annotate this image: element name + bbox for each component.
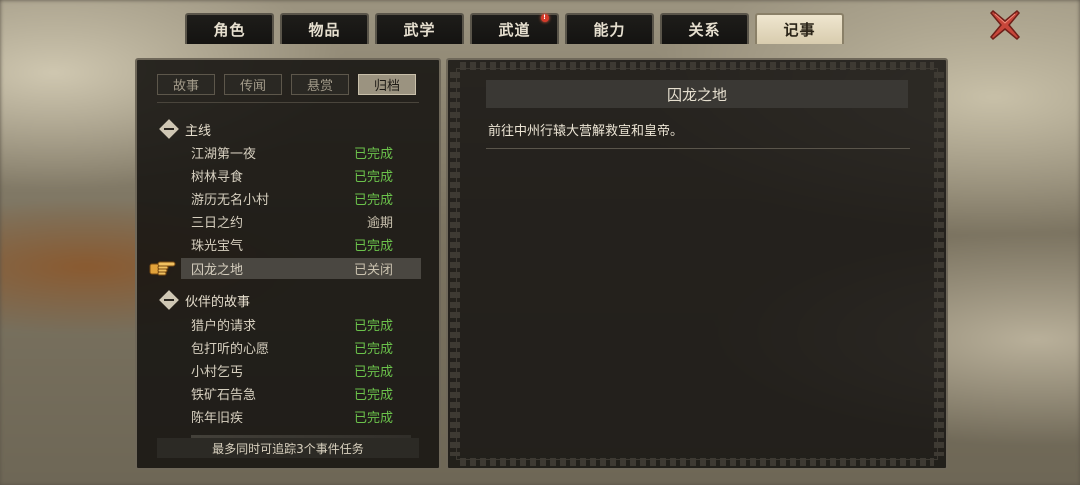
- quest-name: 树林寻食: [191, 170, 244, 185]
- subtab-archive[interactable]: 归档: [358, 74, 416, 95]
- quest-name: 铁矿石告急: [191, 388, 257, 403]
- quest-name: 游历无名小村: [191, 193, 270, 208]
- subtab-label: 故事: [172, 79, 199, 94]
- journal-subtabs: 故事 传闻 悬赏 归档: [157, 74, 416, 95]
- divider: [486, 148, 910, 149]
- tab-martial-way[interactable]: 武道!: [470, 13, 559, 44]
- quest-name: 猎户的请求: [191, 319, 257, 334]
- quest-status: 已完成: [353, 411, 393, 426]
- quest-row[interactable]: 珠光宝气 已完成: [181, 234, 421, 255]
- divider: [157, 102, 419, 103]
- quest-name: 囚龙之地: [191, 263, 244, 278]
- quest-status: 已完成: [353, 388, 393, 403]
- quest-row[interactable]: 游历无名小村 已完成: [181, 188, 421, 209]
- quest-row[interactable]: 猎户的请求 已完成: [181, 314, 421, 335]
- tab-martial-arts[interactable]: 武学: [375, 13, 464, 44]
- tab-label: 物品: [308, 21, 341, 39]
- quest-row[interactable]: 三日之约 逾期: [181, 211, 421, 232]
- quest-status: 已完成: [353, 147, 393, 162]
- quest-name: 江湖第一夜: [191, 147, 257, 162]
- quest-name: 包打听的心愿: [191, 342, 270, 357]
- tab-character[interactable]: 角色: [185, 13, 274, 44]
- quest-row[interactable]: 铁矿石告急 已完成: [181, 383, 421, 404]
- subtab-label: 归档: [373, 79, 400, 94]
- group-header-companions[interactable]: 伙伴的故事: [159, 290, 250, 310]
- decorative-fret: [934, 72, 944, 456]
- main-tab-bar: 角色 物品 武学 武道! 能力 关系 记事: [185, 13, 844, 45]
- decorative-fret: [450, 72, 460, 456]
- quest-status: 已完成: [353, 170, 393, 185]
- quest-name: 珠光宝气: [191, 239, 244, 254]
- journal-list-panel: 故事 传闻 悬赏 归档 主线 江湖第一夜 已完成 树林寻食 已完成 游历无名小村…: [135, 58, 441, 470]
- subtab-label: 悬赏: [306, 79, 333, 94]
- quest-status: 已完成: [353, 365, 393, 380]
- tab-journal[interactable]: 记事: [755, 13, 844, 44]
- quest-row[interactable]: 包打听的心愿 已完成: [181, 337, 421, 358]
- close-x-icon[interactable]: [988, 8, 1022, 42]
- red-alert-dot-icon: !: [541, 14, 549, 22]
- tab-relations[interactable]: 关系: [660, 13, 749, 44]
- group-title: 主线: [185, 123, 212, 139]
- minus-diamond-icon[interactable]: [159, 290, 179, 310]
- tab-abilities[interactable]: 能力: [565, 13, 654, 44]
- tab-label: 关系: [688, 21, 721, 39]
- quest-status: 逾期: [366, 216, 393, 231]
- footer-note-text: 最多同时可追踪3个事件任务: [212, 441, 364, 456]
- quest-row[interactable]: 陈年旧疾 已完成: [181, 406, 421, 427]
- quest-name: 陈年旧疾: [191, 411, 244, 426]
- minus-diamond-icon[interactable]: [159, 119, 179, 139]
- subtab-rumors[interactable]: 传闻: [224, 74, 282, 95]
- quest-detail-panel: 囚龙之地 前往中州行辕大营解救宣和皇帝。: [446, 58, 948, 470]
- tracking-limit-note: 最多同时可追踪3个事件任务: [157, 438, 419, 458]
- tab-label: 角色: [213, 21, 246, 39]
- tab-items[interactable]: 物品: [280, 13, 369, 44]
- pointing-hand-icon: [149, 261, 176, 276]
- tab-label: 能力: [593, 21, 626, 39]
- group-title: 伙伴的故事: [185, 294, 251, 310]
- decorative-fret: [460, 458, 934, 466]
- tab-label: 记事: [783, 21, 816, 39]
- quest-title-text: 囚龙之地: [666, 85, 727, 104]
- quest-status: 已完成: [353, 193, 393, 208]
- subtab-label: 传闻: [239, 79, 266, 94]
- quest-detail-title: 囚龙之地: [486, 80, 908, 108]
- quest-row-selected[interactable]: 囚龙之地 已关闭: [181, 258, 421, 279]
- tab-label: 武道: [498, 21, 531, 39]
- quest-status: 已关闭: [353, 263, 393, 278]
- quest-description: 前往中州行辕大营解救宣和皇帝。: [488, 124, 684, 139]
- subtab-story[interactable]: 故事: [157, 74, 215, 95]
- quest-status: 已完成: [353, 319, 393, 334]
- subtab-bounties[interactable]: 悬赏: [291, 74, 349, 95]
- quest-name: 三日之约: [191, 216, 244, 231]
- quest-row[interactable]: 江湖第一夜 已完成: [181, 142, 421, 163]
- quest-name: 小村乞丐: [191, 365, 244, 380]
- group-header-main[interactable]: 主线: [159, 119, 211, 139]
- quest-status: 已完成: [353, 342, 393, 357]
- quest-status: 已完成: [353, 239, 393, 254]
- decorative-fret: [460, 62, 934, 70]
- quest-row[interactable]: 树林寻食 已完成: [181, 165, 421, 186]
- quest-row[interactable]: 小村乞丐 已完成: [181, 360, 421, 381]
- tab-label: 武学: [403, 21, 436, 39]
